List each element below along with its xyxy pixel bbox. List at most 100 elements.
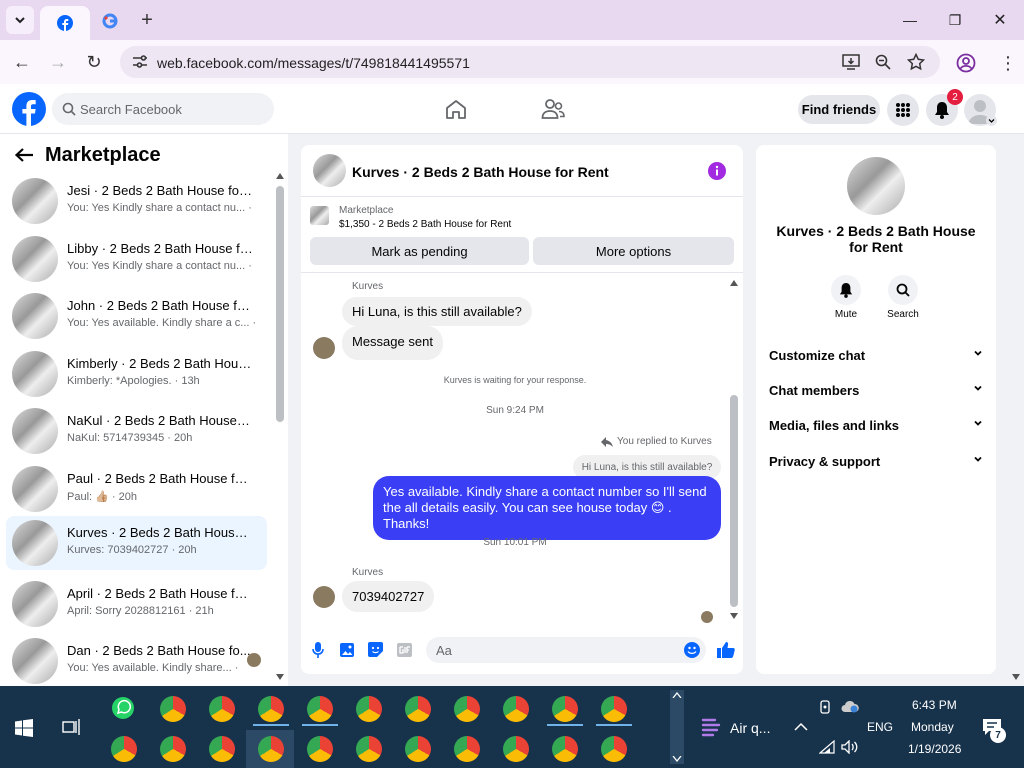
conversation-item[interactable]: NaKul · 2 Beds 2 Bath House for... NaKul:… [6, 404, 267, 458]
sidebar-scrollbar[interactable] [276, 186, 284, 422]
chrome-icon[interactable] [160, 696, 186, 722]
new-tab-button[interactable]: + [135, 8, 159, 32]
mark-as-pending-button[interactable]: Mark as pending [310, 237, 529, 265]
clock-date[interactable]: 1/19/2026 [908, 742, 961, 756]
minimize-button[interactable]: — [890, 6, 930, 34]
forward-button[interactable]: → [44, 48, 72, 76]
chat-avatar[interactable] [313, 154, 346, 187]
message-bubble[interactable]: Message sent [342, 326, 443, 360]
conversation-item[interactable]: April · 2 Beds 2 Bath House for ... April… [6, 577, 267, 631]
tab-facebook[interactable] [40, 6, 90, 40]
taskbar-scrollbar[interactable] [670, 690, 684, 764]
chrome-icon[interactable] [503, 736, 529, 762]
chrome-icon[interactable] [454, 736, 480, 762]
chrome-icon[interactable] [307, 696, 333, 722]
close-window-button[interactable]: ✕ [980, 6, 1020, 34]
scroll-up-icon[interactable] [672, 692, 682, 698]
message-bubble[interactable]: Hi Luna, is this still available? [342, 297, 532, 326]
sender-avatar[interactable] [313, 586, 335, 608]
chrome-icon[interactable] [111, 736, 137, 762]
wifi-icon[interactable] [819, 740, 835, 754]
conversation-item[interactable]: Dan · 2 Beds 2 Bath House fo... You: Yes … [6, 634, 267, 686]
conversation-item[interactable]: Paul · 2 Beds 2 Bath House for ... Paul: … [6, 462, 267, 516]
facebook-logo-icon[interactable] [12, 92, 46, 126]
back-arrow-icon[interactable] [14, 147, 34, 163]
chrome-icon[interactable] [552, 696, 578, 722]
chrome-icon[interactable] [454, 696, 480, 722]
conversation-item[interactable]: Jesi · 2 Beds 2 Bath House for R... You: … [6, 174, 267, 228]
scroll-down-icon[interactable] [730, 613, 738, 619]
media-files-links-row[interactable]: Media, files and links [769, 418, 983, 433]
privacy-support-row[interactable]: Privacy & support [769, 454, 983, 469]
chrome-icon[interactable] [601, 736, 627, 762]
sticker-icon[interactable] [368, 642, 383, 657]
photo-icon[interactable] [340, 643, 354, 657]
install-app-icon[interactable] [842, 54, 860, 70]
customize-chat-row[interactable]: Customize chat [769, 348, 983, 363]
chrome-icon[interactable] [405, 696, 431, 722]
conversation-item[interactable]: John · 2 Beds 2 Bath House for ... You: Y… [6, 289, 267, 343]
chat-scrollbar[interactable] [730, 395, 738, 607]
chrome-icon[interactable] [503, 696, 529, 722]
task-view-icon[interactable] [62, 719, 80, 735]
find-friends-button[interactable]: Find friends [798, 95, 880, 124]
info-icon[interactable] [708, 162, 726, 180]
air-quality-icon[interactable] [701, 716, 721, 738]
search-conversation-button[interactable] [888, 275, 918, 305]
scroll-up-icon[interactable] [276, 173, 284, 179]
home-icon[interactable] [445, 99, 467, 119]
profile-icon[interactable] [956, 53, 976, 73]
clock-day[interactable]: Monday [911, 720, 954, 734]
mute-button[interactable] [831, 275, 861, 305]
chrome-icon[interactable] [209, 696, 235, 722]
meet-now-icon[interactable] [819, 700, 833, 714]
chrome-icon[interactable] [160, 736, 186, 762]
like-icon[interactable] [717, 641, 735, 658]
chevron-up-icon[interactable] [794, 722, 808, 732]
chrome-icon[interactable] [209, 736, 235, 762]
chrome-icon[interactable] [356, 736, 382, 762]
windows-start-icon[interactable] [15, 719, 33, 737]
chrome-icon[interactable] [405, 736, 431, 762]
menu-grid-button[interactable] [887, 94, 919, 126]
volume-icon[interactable] [841, 740, 859, 754]
whatsapp-icon[interactable] [111, 696, 135, 720]
conversation-item[interactable]: Libby · 2 Beds 2 Bath House for ... You: … [6, 232, 267, 286]
tab-google[interactable] [90, 6, 130, 36]
message-input[interactable]: Aa [426, 637, 706, 663]
listing-title[interactable]: $1,350 - 2 Beds 2 Bath House for Rent [339, 219, 511, 230]
more-options-button[interactable]: More options [533, 237, 734, 265]
back-button[interactable]: ← [8, 48, 36, 76]
message-bubble[interactable]: 7039402727 [342, 581, 435, 612]
chrome-icon[interactable] [552, 736, 578, 762]
account-chevron-icon[interactable] [986, 115, 997, 126]
scroll-down-icon[interactable] [276, 674, 284, 680]
scroll-down-icon[interactable] [672, 756, 682, 762]
zoom-icon[interactable] [875, 54, 891, 70]
search-facebook-input[interactable]: Search Facebook [52, 93, 274, 125]
maximize-button[interactable]: ❐ [935, 6, 975, 34]
chrome-icon[interactable] [258, 736, 284, 762]
browser-menu-button[interactable]: ⋮ [999, 54, 1017, 72]
bookmark-star-icon[interactable] [907, 53, 925, 71]
onedrive-icon[interactable] [841, 700, 859, 714]
chrome-icon[interactable] [307, 736, 333, 762]
chrome-icon[interactable] [601, 696, 627, 722]
info-avatar[interactable] [847, 157, 905, 215]
scroll-down-icon[interactable] [1012, 674, 1020, 680]
conversation-item[interactable]: Kimberly · 2 Beds 2 Bath House ... Kimber… [6, 347, 267, 401]
gif-icon[interactable] [397, 643, 412, 657]
weather-text[interactable]: Air q... [730, 720, 770, 736]
sent-message-bubble[interactable]: Yes available. Kindly share a contact nu… [373, 476, 721, 540]
language-indicator[interactable]: ENG [867, 720, 893, 734]
scroll-up-icon[interactable] [730, 280, 738, 286]
clock-time[interactable]: 6:43 PM [912, 698, 957, 712]
chrome-icon[interactable] [258, 696, 284, 722]
reload-button[interactable]: ↻ [80, 48, 108, 76]
conversation-item-active[interactable]: Kurves · 2 Beds 2 Bath House fo... Kurves… [6, 516, 267, 570]
tab-search-button[interactable] [6, 6, 34, 34]
chrome-icon[interactable] [356, 696, 382, 722]
sender-avatar[interactable] [313, 337, 335, 359]
friends-icon[interactable] [541, 98, 565, 120]
chat-members-row[interactable]: Chat members [769, 383, 983, 398]
